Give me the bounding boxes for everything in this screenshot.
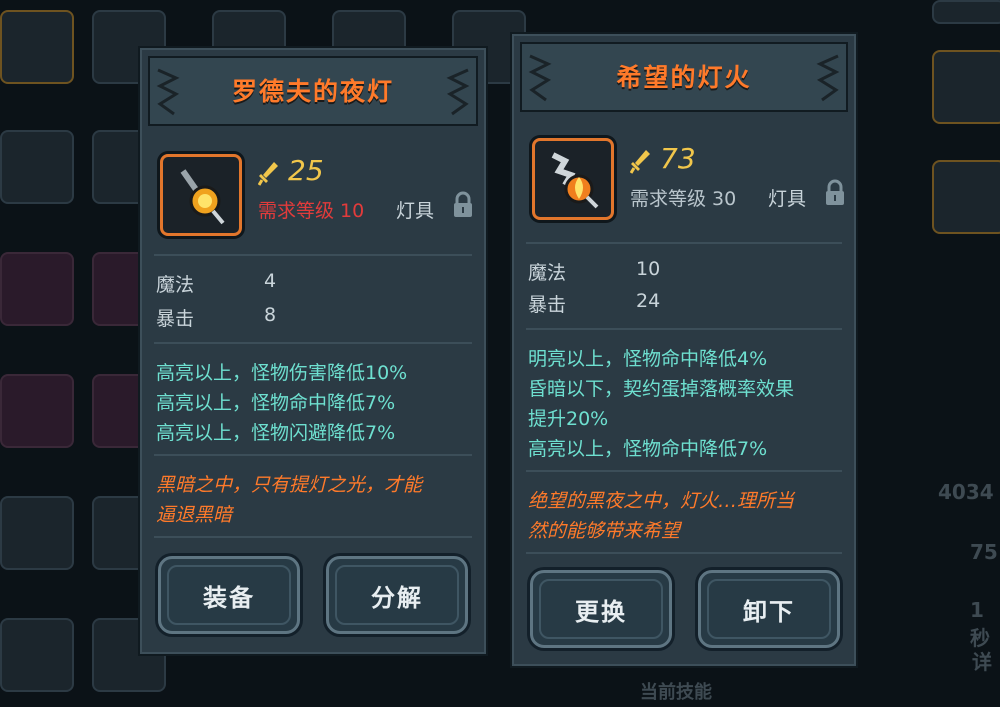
stat-name: 暴击	[156, 308, 195, 330]
inventory-slot[interactable]	[0, 10, 74, 84]
level-requirement: 需求等级 30	[630, 188, 737, 210]
stat-value: 24	[636, 290, 661, 312]
item-card-right: 希望的灯火 73 需求等级 30 灯具 魔法 10 暴击 24 明亮以上，怪物命…	[510, 32, 858, 668]
bg-value: 4034	[938, 480, 994, 504]
attack-value: 25	[288, 154, 324, 187]
divider	[154, 454, 472, 456]
lore-line: 然的能够带来希望	[528, 520, 681, 542]
inventory-slot[interactable]	[0, 374, 74, 448]
divider	[526, 552, 842, 554]
card-header: 希望的灯火	[520, 42, 848, 112]
lock-icon[interactable]	[824, 179, 846, 207]
divider	[154, 254, 472, 256]
sword-icon	[630, 150, 650, 174]
sword-icon	[258, 162, 278, 186]
stat-name: 暴击	[528, 294, 567, 316]
attack-value: 73	[660, 142, 696, 175]
bg-value: 详	[972, 650, 992, 674]
item-title: 希望的灯火	[616, 63, 752, 92]
dismantle-button-label: 分解	[371, 583, 423, 612]
lore-line: 逼退黑暗	[156, 504, 233, 526]
item-icon-frame	[160, 154, 242, 236]
effect-line: 高亮以上，怪物闪避降低7%	[156, 422, 396, 444]
torch-icon	[551, 152, 599, 209]
divider	[154, 342, 472, 344]
effect-line: 高亮以上，怪物伤害降低10%	[156, 362, 408, 384]
bg-value: 1秒	[970, 598, 990, 650]
effect-line: 提升20%	[528, 408, 609, 430]
stat-value: 10	[636, 258, 661, 280]
inventory-slot[interactable]	[932, 160, 1000, 234]
item-type: 灯具	[396, 200, 435, 222]
stat-name: 魔法	[156, 274, 195, 296]
item-type: 灯具	[768, 188, 807, 210]
inventory-slot[interactable]	[0, 496, 74, 570]
effect-line: 明亮以上，怪物命中降低4%	[528, 348, 768, 370]
level-requirement: 需求等级 10	[258, 200, 365, 222]
stat-value: 8	[264, 304, 277, 326]
effect-line: 高亮以上，怪物命中降低7%	[528, 438, 768, 460]
inventory-slot[interactable]	[0, 252, 74, 326]
inventory-slot[interactable]	[0, 130, 74, 204]
item-icon-frame	[532, 138, 614, 220]
unequip-button[interactable]: 卸下	[698, 570, 840, 648]
inventory-slot[interactable]	[932, 0, 1000, 24]
stat-name: 魔法	[528, 262, 567, 284]
lore-line: 绝望的黑夜之中，灯火…理所当	[528, 490, 795, 512]
unequip-button-label: 卸下	[743, 597, 795, 626]
lantern-icon	[180, 169, 225, 225]
equip-button[interactable]: 装备	[158, 556, 300, 634]
bg-value: 75	[970, 540, 998, 564]
inventory-slot[interactable]	[0, 618, 74, 692]
lock-icon[interactable]	[452, 191, 474, 219]
item-title: 罗德夫的夜灯	[231, 77, 394, 106]
divider	[526, 470, 842, 472]
inventory-slot[interactable]	[932, 50, 1000, 124]
divider	[526, 328, 842, 330]
replace-button-label: 更换	[575, 597, 627, 626]
replace-button[interactable]: 更换	[530, 570, 672, 648]
lore-line: 黑暗之中，只有提灯之光，才能	[156, 474, 423, 496]
card-header: 罗德夫的夜灯	[148, 56, 478, 126]
effect-line: 昏暗以下，契约蛋掉落概率效果	[528, 378, 795, 400]
divider	[154, 536, 472, 538]
item-card-left: 罗德夫的夜灯 25 需求等级 10 灯具 魔法 4 暴击 8 高亮以上，怪物伤害…	[138, 46, 488, 656]
stat-value: 4	[264, 270, 277, 292]
divider	[526, 242, 842, 244]
dismantle-button[interactable]: 分解	[326, 556, 468, 634]
current-skill-label: 当前技能	[640, 682, 712, 703]
equip-button-label: 装备	[203, 583, 255, 612]
effect-line: 高亮以上，怪物命中降低7%	[156, 392, 396, 414]
